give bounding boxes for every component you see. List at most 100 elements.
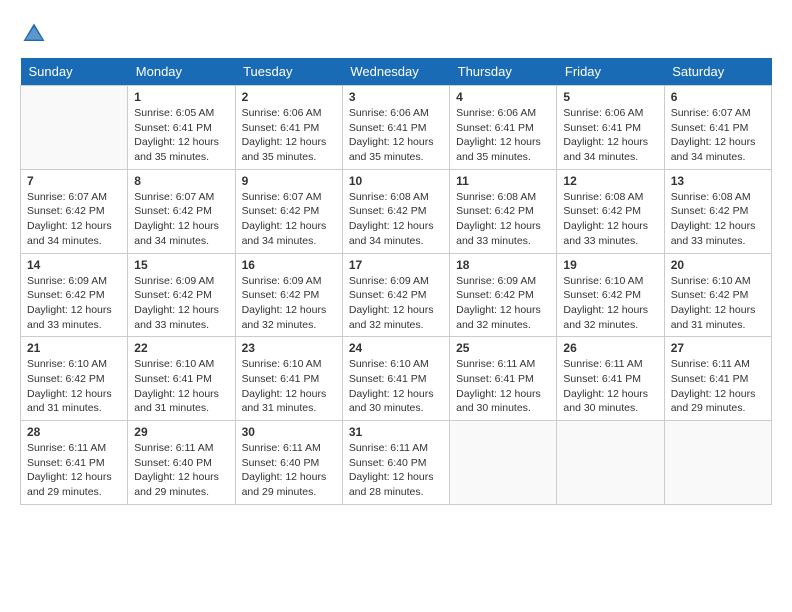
day-number: 7 [27,174,121,188]
day-number: 5 [563,90,657,104]
day-cell: 15 Sunrise: 6:09 AM Sunset: 6:42 PM Dayli… [128,253,235,337]
day-cell: 1 Sunrise: 6:05 AM Sunset: 6:41 PM Daylig… [128,86,235,170]
header-day-monday: Monday [128,58,235,86]
day-info: Sunrise: 6:09 AM Sunset: 6:42 PM Dayligh… [27,274,121,333]
day-info: Sunrise: 6:10 AM Sunset: 6:42 PM Dayligh… [563,274,657,333]
day-info: Sunrise: 6:08 AM Sunset: 6:42 PM Dayligh… [563,190,657,249]
logo-icon [20,20,48,48]
day-number: 16 [242,258,336,272]
day-number: 20 [671,258,765,272]
day-info: Sunrise: 6:11 AM Sunset: 6:41 PM Dayligh… [27,441,121,500]
day-cell: 6 Sunrise: 6:07 AM Sunset: 6:41 PM Daylig… [664,86,771,170]
day-number: 1 [134,90,228,104]
day-number: 11 [456,174,550,188]
day-number: 22 [134,341,228,355]
day-info: Sunrise: 6:11 AM Sunset: 6:40 PM Dayligh… [242,441,336,500]
day-cell: 7 Sunrise: 6:07 AM Sunset: 6:42 PM Daylig… [21,169,128,253]
day-info: Sunrise: 6:10 AM Sunset: 6:41 PM Dayligh… [349,357,443,416]
day-info: Sunrise: 6:11 AM Sunset: 6:40 PM Dayligh… [349,441,443,500]
day-number: 25 [456,341,550,355]
header-day-friday: Friday [557,58,664,86]
day-info: Sunrise: 6:05 AM Sunset: 6:41 PM Dayligh… [134,106,228,165]
day-cell: 31 Sunrise: 6:11 AM Sunset: 6:40 PM Dayli… [342,421,449,505]
calendar-header: SundayMondayTuesdayWednesdayThursdayFrid… [21,58,772,86]
week-row-0: 1 Sunrise: 6:05 AM Sunset: 6:41 PM Daylig… [21,86,772,170]
day-number: 9 [242,174,336,188]
day-info: Sunrise: 6:11 AM Sunset: 6:41 PM Dayligh… [563,357,657,416]
header-day-saturday: Saturday [664,58,771,86]
day-number: 14 [27,258,121,272]
day-cell: 13Sunrise: 6:08 AM Sunset: 6:42 PM Dayli… [664,169,771,253]
day-cell: 27Sunrise: 6:11 AM Sunset: 6:41 PM Dayli… [664,337,771,421]
day-info: Sunrise: 6:08 AM Sunset: 6:42 PM Dayligh… [349,190,443,249]
day-number: 28 [27,425,121,439]
day-cell: 25 Sunrise: 6:11 AM Sunset: 6:41 PM Dayli… [450,337,557,421]
day-cell: 17 Sunrise: 6:09 AM Sunset: 6:42 PM Dayli… [342,253,449,337]
day-number: 4 [456,90,550,104]
day-number: 17 [349,258,443,272]
day-number: 10 [349,174,443,188]
day-cell: 4 Sunrise: 6:06 AM Sunset: 6:41 PM Daylig… [450,86,557,170]
day-number: 12 [563,174,657,188]
day-cell [664,421,771,505]
day-cell: 30 Sunrise: 6:11 AM Sunset: 6:40 PM Dayli… [235,421,342,505]
day-info: Sunrise: 6:09 AM Sunset: 6:42 PM Dayligh… [349,274,443,333]
day-number: 24 [349,341,443,355]
day-cell: 28 Sunrise: 6:11 AM Sunset: 6:41 PM Dayli… [21,421,128,505]
header-row: SundayMondayTuesdayWednesdayThursdayFrid… [21,58,772,86]
day-number: 26 [563,341,657,355]
day-cell: 3Sunrise: 6:06 AM Sunset: 6:41 PM Daylig… [342,86,449,170]
day-number: 15 [134,258,228,272]
day-cell: 2 Sunrise: 6:06 AM Sunset: 6:41 PM Daylig… [235,86,342,170]
week-row-4: 28 Sunrise: 6:11 AM Sunset: 6:41 PM Dayli… [21,421,772,505]
day-cell: 16 Sunrise: 6:09 AM Sunset: 6:42 PM Dayli… [235,253,342,337]
day-cell: 18Sunrise: 6:09 AM Sunset: 6:42 PM Dayli… [450,253,557,337]
day-cell: 9Sunrise: 6:07 AM Sunset: 6:42 PM Daylig… [235,169,342,253]
header-day-wednesday: Wednesday [342,58,449,86]
day-cell: 26 Sunrise: 6:11 AM Sunset: 6:41 PM Dayli… [557,337,664,421]
day-cell: 19 Sunrise: 6:10 AM Sunset: 6:42 PM Dayli… [557,253,664,337]
day-info: Sunrise: 6:09 AM Sunset: 6:42 PM Dayligh… [242,274,336,333]
day-number: 31 [349,425,443,439]
day-info: Sunrise: 6:11 AM Sunset: 6:40 PM Dayligh… [134,441,228,500]
day-info: Sunrise: 6:07 AM Sunset: 6:42 PM Dayligh… [134,190,228,249]
calendar-body: 1 Sunrise: 6:05 AM Sunset: 6:41 PM Daylig… [21,86,772,505]
week-row-2: 14 Sunrise: 6:09 AM Sunset: 6:42 PM Dayli… [21,253,772,337]
day-number: 30 [242,425,336,439]
day-info: Sunrise: 6:10 AM Sunset: 6:41 PM Dayligh… [134,357,228,416]
header-day-tuesday: Tuesday [235,58,342,86]
day-cell: 14 Sunrise: 6:09 AM Sunset: 6:42 PM Dayli… [21,253,128,337]
day-cell: 22 Sunrise: 6:10 AM Sunset: 6:41 PM Dayli… [128,337,235,421]
day-info: Sunrise: 6:09 AM Sunset: 6:42 PM Dayligh… [134,274,228,333]
day-info: Sunrise: 6:07 AM Sunset: 6:42 PM Dayligh… [27,190,121,249]
day-info: Sunrise: 6:06 AM Sunset: 6:41 PM Dayligh… [456,106,550,165]
day-cell: 5Sunrise: 6:06 AM Sunset: 6:41 PM Daylig… [557,86,664,170]
day-cell [557,421,664,505]
day-number: 18 [456,258,550,272]
day-info: Sunrise: 6:10 AM Sunset: 6:42 PM Dayligh… [27,357,121,416]
day-cell: 20 Sunrise: 6:10 AM Sunset: 6:42 PM Dayli… [664,253,771,337]
day-number: 29 [134,425,228,439]
day-number: 8 [134,174,228,188]
day-cell: 21 Sunrise: 6:10 AM Sunset: 6:42 PM Dayli… [21,337,128,421]
day-cell [21,86,128,170]
day-number: 19 [563,258,657,272]
day-info: Sunrise: 6:10 AM Sunset: 6:41 PM Dayligh… [242,357,336,416]
day-cell: 23 Sunrise: 6:10 AM Sunset: 6:41 PM Dayli… [235,337,342,421]
day-cell: 12 Sunrise: 6:08 AM Sunset: 6:42 PM Dayli… [557,169,664,253]
day-number: 21 [27,341,121,355]
day-cell: 24 Sunrise: 6:10 AM Sunset: 6:41 PM Dayli… [342,337,449,421]
day-info: Sunrise: 6:10 AM Sunset: 6:42 PM Dayligh… [671,274,765,333]
day-info: Sunrise: 6:06 AM Sunset: 6:41 PM Dayligh… [242,106,336,165]
week-row-3: 21 Sunrise: 6:10 AM Sunset: 6:42 PM Dayli… [21,337,772,421]
day-number: 2 [242,90,336,104]
day-cell: 29 Sunrise: 6:11 AM Sunset: 6:40 PM Dayli… [128,421,235,505]
calendar-table: SundayMondayTuesdayWednesdayThursdayFrid… [20,58,772,505]
day-number: 27 [671,341,765,355]
day-info: Sunrise: 6:07 AM Sunset: 6:41 PM Dayligh… [671,106,765,165]
day-number: 6 [671,90,765,104]
day-info: Sunrise: 6:08 AM Sunset: 6:42 PM Dayligh… [456,190,550,249]
day-number: 23 [242,341,336,355]
day-cell: 10 Sunrise: 6:08 AM Sunset: 6:42 PM Dayli… [342,169,449,253]
day-info: Sunrise: 6:11 AM Sunset: 6:41 PM Dayligh… [456,357,550,416]
